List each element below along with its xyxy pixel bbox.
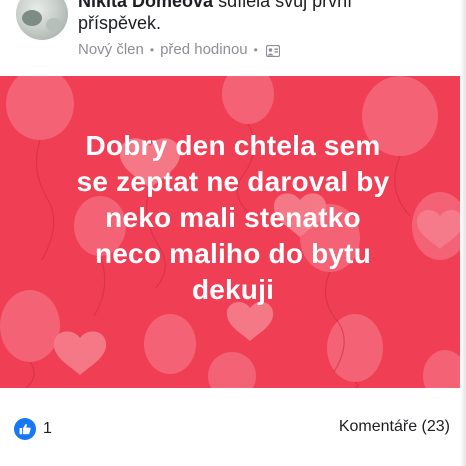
post-text-line: se zeptat ne daroval by <box>76 166 390 197</box>
separator-dot: • <box>253 42 258 57</box>
author-name[interactable]: Nikita Domeova <box>78 0 213 11</box>
post-text: Dobry den chtela sem se zeptat ne darova… <box>20 128 446 308</box>
post-text-line: neko mali stenatko <box>105 202 361 233</box>
comments-count-link[interactable]: Komentáře (23) <box>339 418 450 436</box>
facebook-post: Nikita Domeova sdílela svůj první příspě… <box>0 0 466 466</box>
avatar[interactable] <box>16 0 68 40</box>
post-text-line: neco maliho do bytu <box>94 238 372 269</box>
post-image[interactable]: Dobry den chtela sem se zeptat ne darova… <box>0 76 466 388</box>
new-member-badge: Nový člen <box>78 41 144 58</box>
avatar-shape <box>22 10 42 26</box>
post-timestamp[interactable]: před hodinou <box>160 41 248 58</box>
comments-label: Komentáře <box>338 418 418 435</box>
author-action: sdílela svůj první <box>218 0 353 11</box>
post-footer: 1 Komentáře (23) <box>0 388 466 466</box>
avatar-shape <box>46 18 62 32</box>
post-text-line: Dobry den chtela sem <box>85 130 381 161</box>
thumbs-up-icon <box>14 418 36 440</box>
post-text-line: dekuji <box>191 274 275 305</box>
comments-count: (23) <box>421 418 450 435</box>
reactions-summary[interactable]: 1 <box>14 418 52 440</box>
author-line: Nikita Domeova sdílela svůj první <box>78 0 352 12</box>
post-header: Nikita Domeova sdílela svůj první příspě… <box>0 0 466 76</box>
post-meta: Nový člen • před hodinou • <box>78 41 280 58</box>
privacy-icon[interactable] <box>265 44 280 57</box>
separator-dot: • <box>149 42 155 57</box>
like-count: 1 <box>43 420 52 437</box>
scroll-edge <box>460 0 466 466</box>
author-action-continued: příspěvek. <box>78 13 162 33</box>
